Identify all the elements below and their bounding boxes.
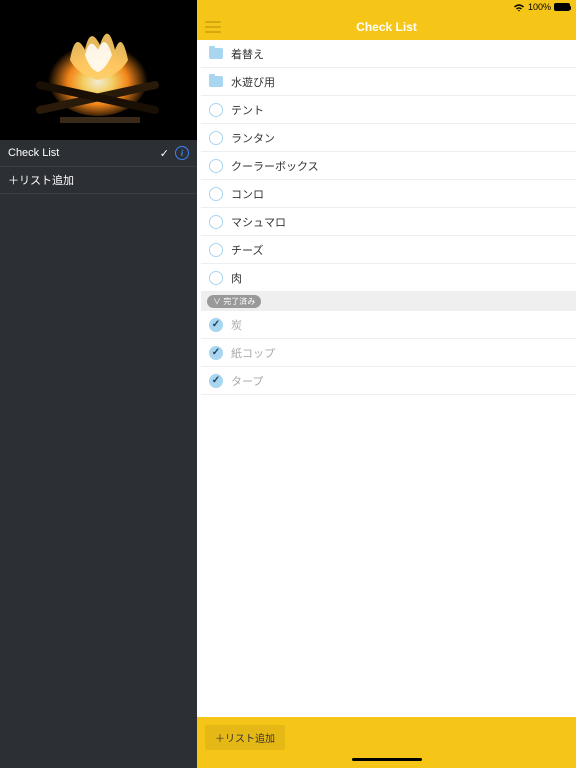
item-label: 紙コップ (231, 345, 275, 361)
checklist-item-done[interactable]: ✓炭 (201, 311, 576, 339)
sidebar-add-label: ＋リスト追加 (8, 172, 74, 188)
checkbox-checked-icon[interactable]: ✓ (209, 318, 223, 332)
checklist-item[interactable]: 肉 (201, 264, 576, 292)
wifi-icon (513, 3, 525, 12)
folder-icon (209, 76, 223, 87)
checkbox-checked-icon[interactable]: ✓ (209, 346, 223, 360)
checklist-item[interactable]: マシュマロ (201, 208, 576, 236)
item-label: チーズ (231, 242, 263, 258)
home-indicator[interactable] (352, 758, 422, 761)
add-list-button[interactable]: ＋リスト追加 (205, 725, 285, 750)
checklist-item[interactable]: ランタン (201, 124, 576, 152)
checkbox-unchecked-icon[interactable] (209, 131, 223, 145)
sidebar-item-label: Check List (8, 147, 59, 159)
item-label: ランタン (231, 130, 275, 146)
sidebar-add-list[interactable]: ＋リスト追加 (0, 167, 197, 194)
checkbox-unchecked-icon[interactable] (209, 159, 223, 173)
info-icon[interactable]: i (175, 146, 189, 160)
folder-icon (209, 48, 223, 59)
checkbox-unchecked-icon[interactable] (209, 215, 223, 229)
checkbox-unchecked-icon[interactable] (209, 187, 223, 201)
checkbox-unchecked-icon[interactable] (209, 103, 223, 117)
folder-item[interactable]: 着替え (201, 40, 576, 68)
checklist-area: 着替え水遊び用 テントランタンクーラーボックスコンロマシュマロチーズ肉 ∨ 完了… (197, 40, 576, 717)
checkmark-icon: ✓ (160, 147, 169, 160)
item-label: 炭 (231, 317, 242, 333)
page-title: Check List (197, 20, 576, 34)
item-label: 肉 (231, 270, 242, 286)
checklist-item-done[interactable]: ✓ 紙コップ (201, 339, 576, 367)
menu-icon[interactable] (205, 21, 221, 33)
checkbox-checked-icon[interactable]: ✓ (209, 374, 223, 388)
item-label: クーラーボックス (231, 158, 319, 174)
completed-section-header[interactable]: ∨ 完了済み (201, 292, 576, 311)
checklist-item-done[interactable]: ✓ タープ (201, 367, 576, 395)
sidebar: Check List ✓ i ＋リスト追加 (0, 0, 197, 768)
home-indicator-area (197, 758, 576, 768)
checklist-item[interactable]: コンロ (201, 180, 576, 208)
battery-icon (554, 3, 570, 11)
sidebar-image (0, 0, 197, 140)
battery-percent: 100% (528, 2, 551, 12)
item-label: マシュマロ (231, 214, 286, 230)
checklist-item[interactable]: クーラーボックス (201, 152, 576, 180)
sidebar-item-checklist[interactable]: Check List ✓ i (0, 140, 197, 167)
checkbox-unchecked-icon[interactable] (209, 243, 223, 257)
item-label: タープ (231, 373, 263, 389)
checklist-item[interactable]: テント (201, 96, 576, 124)
header: Check List (197, 14, 576, 40)
folder-label: 水遊び用 (231, 74, 275, 90)
folder-item[interactable]: 水遊び用 (201, 68, 576, 96)
item-label: コンロ (231, 186, 264, 202)
folder-label: 着替え (231, 46, 264, 62)
checklist-item[interactable]: チーズ (201, 236, 576, 264)
completed-badge: ∨ 完了済み (207, 295, 261, 308)
status-bar: 100% (197, 0, 576, 14)
checkbox-unchecked-icon[interactable] (209, 271, 223, 285)
bottom-bar: ＋リスト追加 (197, 717, 576, 758)
item-label: テント (231, 102, 264, 118)
main-panel: 100% Check List 着替え水遊び用 テントランタンクーラーボックスコ… (197, 0, 576, 768)
